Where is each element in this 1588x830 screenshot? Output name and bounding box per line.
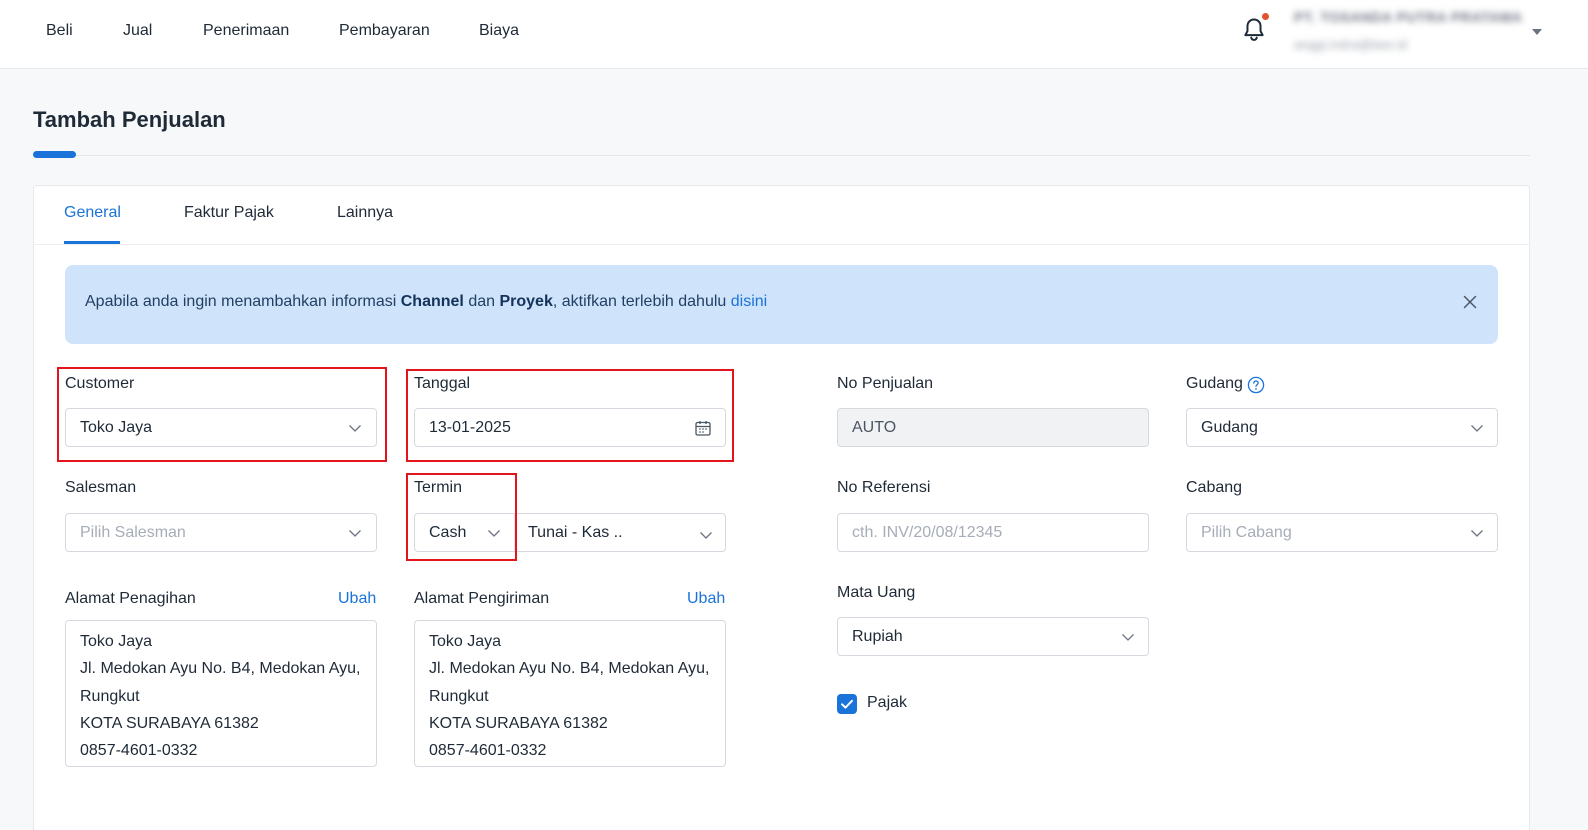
nav-item-penerimaan[interactable]: Penerimaan [203,22,289,40]
no-penjualan-label: No Penjualan [837,375,934,392]
salesman-select[interactable]: Pilih Salesman [65,513,377,552]
alamat-penagihan-label: Alamat Penagihan [65,590,196,607]
address-line: Toko Jaya [429,633,502,650]
active-tab-indicator [64,241,120,244]
no-referensi-label: No Referensi [837,479,931,496]
customer-value: Toko Jaya [80,419,153,436]
chevron-down-icon [1471,425,1483,432]
tabs-divider [34,244,1529,245]
mata-uang-select[interactable]: Rupiah [837,617,1149,656]
tanggal-datepicker[interactable]: 13-01-2025 [414,408,726,447]
help-circle-icon[interactable] [1247,376,1265,394]
address-line: Jl. Medokan Ayu No. B4, Medokan Ayu, [80,660,361,678]
account-company-name[interactable]: PT. TOSANDA PUTRA PRATAMA [1294,9,1522,25]
gudang-select[interactable]: Gudang [1186,408,1498,447]
title-accent-bar [33,151,76,158]
termin-label: Termin [414,479,463,496]
salesman-placeholder: Pilih Salesman [80,524,186,541]
alamat-penagihan-box[interactable]: Toko Jaya Jl. Medokan Ayu No. B4, Medoka… [65,620,377,767]
no-penjualan-input: AUTO [837,408,1149,447]
tab-faktur-pajak[interactable]: Faktur Pajak [184,204,274,222]
mata-uang-value: Rupiah [852,628,903,645]
address-line: Rungkut [80,687,140,705]
info-banner: Apabila anda ingin menambahkan informasi… [65,265,1498,344]
nav-item-jual[interactable]: Jual [123,22,152,40]
tanggal-label: Tanggal [414,375,471,392]
top-navbar: Beli Jual Penerimaan Pembayaran Biaya PT… [0,0,1588,69]
mata-uang-label: Mata Uang [837,584,916,601]
customer-select[interactable]: Toko Jaya [65,408,377,447]
banner-message: Apabila anda ingin menambahkan informasi… [85,293,768,310]
no-referensi-input[interactable]: cth. INV/20/08/12345 [837,513,1149,552]
termin-value: Cash [429,524,467,541]
alamat-pengiriman-box[interactable]: Toko Jaya Jl. Medokan Ayu No. B4, Medoka… [414,620,726,767]
nav-item-beli[interactable]: Beli [46,22,73,40]
pajak-checkbox[interactable] [837,694,857,714]
check-icon [841,699,853,709]
ubah-alamat-penagihan-link[interactable]: Ubah [338,590,376,608]
chevron-down-icon [488,530,500,537]
cabang-select[interactable]: Pilih Cabang [1186,513,1498,552]
calendar-icon[interactable] [694,419,712,437]
bell-icon[interactable] [1240,16,1268,44]
nav-item-pembayaran[interactable]: Pembayaran [339,22,430,40]
tab-lainnya[interactable]: Lainnya [337,204,393,222]
address-line: 0857-4601-0332 [80,742,198,760]
address-line: KOTA SURABAYA 61382 [80,714,259,732]
account-caret-icon[interactable] [1532,29,1542,35]
alamat-pengiriman-label: Alamat Pengiriman [414,590,550,607]
tanggal-value: 13-01-2025 [429,419,511,436]
cabang-label: Cabang [1186,479,1243,496]
page-title: Tambah Penjualan [33,107,226,132]
address-line: Toko Jaya [80,633,153,650]
pajak-label[interactable]: Pajak [867,694,907,712]
chevron-down-icon [700,532,712,539]
address-line: Rungkut [429,687,489,705]
chevron-down-icon [349,425,361,432]
chevron-down-icon [1471,530,1483,537]
close-icon[interactable] [1463,295,1477,309]
customer-label: Customer [65,375,135,392]
cabang-placeholder: Pilih Cabang [1201,524,1292,541]
nav-item-biaya[interactable]: Biaya [479,22,519,40]
banner-link-disini[interactable]: disini [731,293,767,310]
title-divider [33,155,1530,156]
gudang-value: Gudang [1201,419,1258,436]
kas-account-select[interactable]: Tunai - Kas .. [515,514,725,551]
kas-account-value: Tunai - Kas .. [528,524,623,541]
tab-general[interactable]: General [64,204,121,222]
chevron-down-icon [349,530,361,537]
address-line: Jl. Medokan Ayu No. B4, Medokan Ayu, [429,660,710,678]
ubah-alamat-pengiriman-link[interactable]: Ubah [687,590,725,608]
account-email[interactable]: anggi.indra@bee.id [1294,37,1407,52]
notification-dot [1262,13,1269,20]
address-line: KOTA SURABAYA 61382 [429,714,608,732]
chevron-down-icon [1122,634,1134,641]
termin-select[interactable]: Cash [415,514,515,551]
address-line: 0857-4601-0332 [429,742,547,760]
salesman-label: Salesman [65,479,137,496]
gudang-label: Gudang [1186,375,1243,392]
termin-group: Cash Tunai - Kas .. [414,513,726,552]
